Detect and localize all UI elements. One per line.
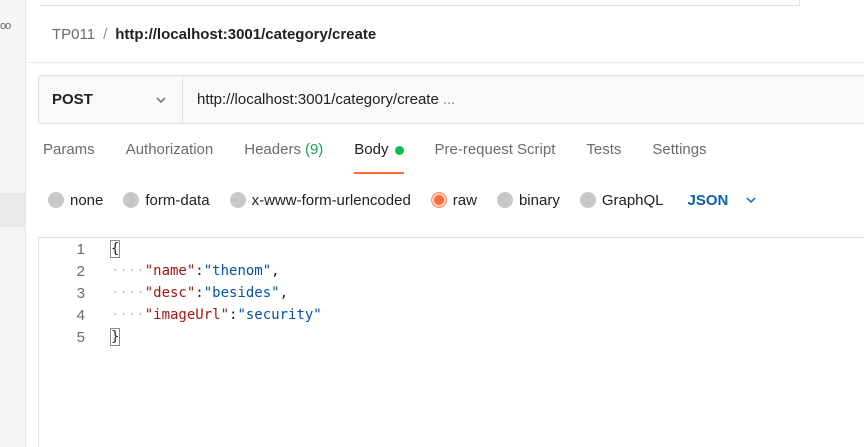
json-key: "imageUrl" xyxy=(144,307,230,323)
method-select[interactable]: POST xyxy=(39,76,183,123)
radio-form-data[interactable]: form-data xyxy=(123,191,210,209)
tab-label: Pre-request Script xyxy=(434,141,556,158)
tab-label: Params xyxy=(43,141,95,158)
header-divider xyxy=(26,62,864,63)
line-number: 4 xyxy=(76,306,85,324)
url-text: http://localhost:3001/category/create xyxy=(197,91,439,108)
json-key: "name" xyxy=(144,263,196,279)
language-label: JSON xyxy=(687,191,729,209)
json-key: "desc" xyxy=(144,285,196,301)
radio-circle-icon xyxy=(579,192,596,208)
editor-line: 2 ····"name":"thenom", xyxy=(39,260,864,282)
radio-x-www-form-urlencoded[interactable]: x-www-form-urlencoded xyxy=(229,191,411,209)
request-tab-bar xyxy=(26,0,864,6)
breadcrumb-request-name[interactable]: http://localhost:3001/category/create xyxy=(115,26,376,43)
radio-label: binary xyxy=(518,191,560,209)
breadcrumb: TP011 / http://localhost:3001/category/c… xyxy=(52,24,376,44)
radio-label: raw xyxy=(452,191,477,209)
radio-label: none xyxy=(70,191,104,209)
tab-settings[interactable]: Settings xyxy=(652,141,706,177)
tab-bar-border xyxy=(40,5,800,6)
json-value: "besides" xyxy=(203,285,280,301)
language-select[interactable]: JSON xyxy=(688,192,759,209)
chevron-down-icon xyxy=(156,96,166,103)
tab-headers[interactable]: Headers (9) xyxy=(244,141,323,177)
radio-circle-icon xyxy=(229,192,246,208)
tab-label: Body xyxy=(354,141,389,158)
json-comma: , xyxy=(271,263,280,279)
line-code: ····"name":"thenom", xyxy=(111,263,280,279)
indent-guide: ···· xyxy=(111,307,145,323)
line-code: ····"desc":"besides", xyxy=(111,285,288,301)
radio-circle-icon xyxy=(123,192,140,208)
sidebar-selected-item[interactable] xyxy=(0,193,26,227)
editor-line: 1 { xyxy=(39,238,864,260)
chevron-down-icon xyxy=(746,197,756,204)
radio-circle-icon xyxy=(48,192,64,208)
more-options-icon[interactable]: oo xyxy=(0,20,11,32)
line-number: 1 xyxy=(76,240,85,258)
url-overflow-ellipsis: ... xyxy=(442,91,456,108)
line-number: 3 xyxy=(76,284,85,302)
radio-graphql[interactable]: GraphQL xyxy=(579,191,664,209)
editor-line: 3 ····"desc":"besides", xyxy=(39,282,864,304)
tab-label: Authorization xyxy=(125,141,214,158)
radio-label: GraphQL xyxy=(601,191,664,209)
indent-guide: ···· xyxy=(111,285,145,301)
tab-bar-corner xyxy=(799,0,800,6)
radio-binary[interactable]: binary xyxy=(496,191,560,209)
line-code: ····"imageUrl":"security" xyxy=(111,307,322,323)
left-sidebar-strip: oo xyxy=(0,0,26,447)
tab-body[interactable]: Body xyxy=(354,141,404,177)
breadcrumb-collection[interactable]: TP011 xyxy=(52,26,95,43)
radio-selected-icon xyxy=(430,192,447,208)
tab-params[interactable]: Params xyxy=(43,141,95,177)
headers-count: (9) xyxy=(304,141,324,158)
line-number: 2 xyxy=(76,262,85,280)
url-bar: POST http://localhost:3001/category/crea… xyxy=(38,75,864,124)
radio-label: x-www-form-urlencoded xyxy=(251,191,411,209)
url-input[interactable]: http://localhost:3001/category/create ..… xyxy=(183,76,864,123)
body-type-options: none form-data x-www-form-urlencoded raw… xyxy=(48,190,758,210)
editor-line: 5 } xyxy=(39,326,864,348)
json-value: "thenom" xyxy=(203,263,272,279)
radio-label: form-data xyxy=(145,191,210,209)
json-colon: : xyxy=(195,263,204,279)
radio-circle-icon xyxy=(496,192,513,208)
json-comma: , xyxy=(279,285,289,301)
indent-guide: ···· xyxy=(111,263,145,279)
open-brace: { xyxy=(109,240,121,258)
radio-raw[interactable]: raw xyxy=(430,191,477,209)
request-tabs: Params Authorization Headers (9) Body Pre… xyxy=(43,141,738,177)
json-value: "security" xyxy=(237,307,322,323)
line-code: { xyxy=(109,240,121,258)
close-brace: } xyxy=(109,328,121,346)
tab-authorization[interactable]: Authorization xyxy=(126,141,214,177)
line-number: 5 xyxy=(76,328,85,346)
line-code: } xyxy=(109,328,121,346)
editor-line: 4 ····"imageUrl":"security" xyxy=(39,304,864,326)
json-colon: : xyxy=(195,285,204,301)
tab-pre-request-script[interactable]: Pre-request Script xyxy=(435,141,556,177)
body-status-dot-icon xyxy=(394,146,404,155)
breadcrumb-separator: / xyxy=(103,25,108,43)
tab-label: Settings xyxy=(652,141,707,158)
tab-tests[interactable]: Tests xyxy=(586,141,621,177)
code-editor[interactable]: 1 { 2 ····"name":"thenom", 3 ····"desc":… xyxy=(38,237,864,447)
method-label: POST xyxy=(52,91,93,108)
tab-label: Tests xyxy=(586,141,622,158)
tab-label: Headers xyxy=(244,141,301,158)
radio-none[interactable]: none xyxy=(48,192,103,209)
